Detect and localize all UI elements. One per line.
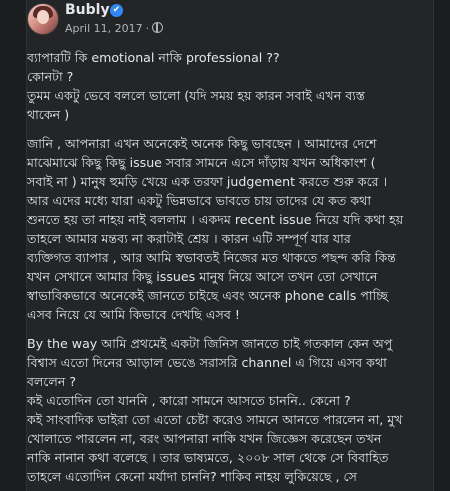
text-line: খোলাতে পারলেন না, বরং আপনারা নাকি যখন জি… xyxy=(27,431,382,446)
text-line: তুমম একটু ভেবে বললে ভালো (যদি সময় হয় ক… xyxy=(27,88,365,103)
meta-separator: · xyxy=(145,22,150,35)
text-line: By the way আমি প্রথমেই একটা জিনিস জানতে … xyxy=(27,336,393,351)
text-line: মাঝেমাঝে কিছু কিছু issue সবার সামনে এসে … xyxy=(27,155,376,170)
text-line: তাহলে আমার মন্তব্য না করাটাই শ্রেয় । কা… xyxy=(27,231,351,246)
text-line: এসব নিয়ে যে আমি কিভাবে দেখছি এসব ! xyxy=(27,307,240,322)
text-line: আর এদের মধ্যে যারা একটু ভিন্নভাবে ভাবতে … xyxy=(27,193,371,208)
post-paragraph: By the way আমি প্রথমেই একটা জিনিস জানতে … xyxy=(27,334,427,486)
text-line: সবাই না ) মানুষ হুমড়ি খেয়ে এক তরফা jud… xyxy=(27,174,388,189)
text-line: তাহলে এতোদিন কেনো মর্যাদা চাননি? শাকিব ন… xyxy=(27,469,357,484)
text-line: জানি , আপনারা এখন অনেকেই অনেক কিছু ভাবছে… xyxy=(27,136,377,151)
post-text: ব্যাপারটি কি emotional নাকি professional… xyxy=(27,40,433,486)
verified-badge-icon: ✔ xyxy=(110,4,123,17)
post-meta: April 11, 2017 · xyxy=(65,22,164,35)
post-paragraph: জানি , আপনারা এখন অনেকেই অনেক কিছু ভাবছে… xyxy=(27,134,427,324)
text-line: স্বাভাবিকভাবে অনেকেই জানতে চাইছে এবং অনে… xyxy=(27,288,389,303)
text-line: থাকেন ) xyxy=(27,107,70,122)
post-header: Bubly ✔ April 11, 2017 · xyxy=(27,0,433,40)
text-line: যখন সেখানে আমার কিছু issues মানুষ নিয়ে … xyxy=(27,269,378,284)
globe-icon[interactable] xyxy=(152,22,164,33)
avatar-face xyxy=(37,10,49,24)
text-line: কই এতোদিন তো যাননি , কারো সামনে আসতে চান… xyxy=(27,393,351,408)
text-line: ব্যাপারটি কি emotional নাকি professional… xyxy=(27,50,280,65)
text-line: বললেন ? xyxy=(27,374,77,389)
text-line: শুনতে হয় তা নাহয় নাই বললাম । একদম rece… xyxy=(27,212,404,227)
avatar[interactable] xyxy=(27,3,59,35)
screen: Bubly ✔ April 11, 2017 · ব্যাপারটি কি emo… xyxy=(0,0,450,491)
facebook-post: Bubly ✔ April 11, 2017 · ব্যাপারটি কি emo… xyxy=(26,0,434,491)
text-line: কোনটা ? xyxy=(27,69,74,84)
text-line: বিশ্বাস এতো দিনের আড়াল ভেঙে সরাসরি chan… xyxy=(27,355,387,370)
text-line: ব্যক্তিগত ব্যাপার , আর আমি স্বভাবতই নিজে… xyxy=(27,250,396,265)
post-date[interactable]: April 11, 2017 xyxy=(65,22,143,35)
text-line: নাকি নানান কথা বলেছে । তার ভাষ্যমতে, ২০০… xyxy=(27,450,389,465)
author-name[interactable]: Bubly xyxy=(65,2,110,18)
post-paragraph: ব্যাপারটি কি emotional নাকি professional… xyxy=(27,48,427,124)
text-line: কই সাংবাদিক ভাইরা তো এতো চেষ্টা করেও সাম… xyxy=(27,412,403,427)
